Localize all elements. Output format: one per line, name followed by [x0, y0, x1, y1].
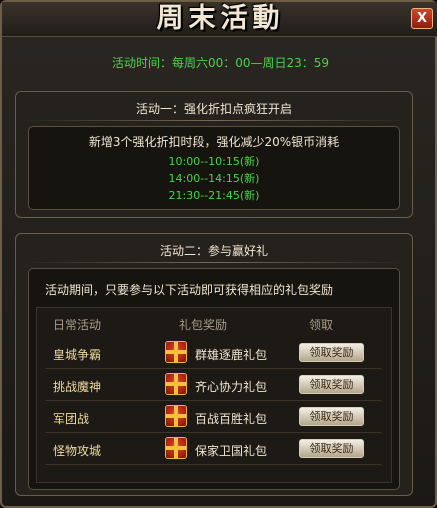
header-claim: 领取	[309, 318, 334, 332]
close-button[interactable]: X	[411, 8, 433, 29]
close-icon: X	[416, 11, 428, 26]
window-title: 周末活動	[156, 3, 285, 34]
activity-two-content: 活动期间，只要参与以下活动即可获得相应的礼包奖励 日常活动 礼包奖励 领取 皇城…	[28, 268, 400, 490]
activity-one-description: 新增3个强化折扣时段，强化减少20%银币消耗	[88, 135, 340, 149]
gift-name: 百战百胜礼包	[195, 412, 268, 426]
table-row: 怪物攻城 保家卫国礼包 领取奖励	[45, 434, 381, 465]
section-divider	[24, 262, 404, 263]
gift-name: 保家卫国礼包	[195, 444, 268, 458]
reward-table: 日常活动 礼包奖励 领取 皇城争霸 群雄逐鹿礼包 领取奖励 挑战魔神 齐心协力礼…	[36, 307, 392, 483]
activity-name: 挑战魔神	[53, 380, 102, 394]
gift-name: 齐心协力礼包	[195, 380, 268, 394]
activity-one-section: 活动一：强化折扣点疯狂开启 新增3个强化折扣时段，强化减少20%银币消耗 10:…	[15, 91, 413, 218]
activity-name: 怪物攻城	[53, 444, 102, 458]
header-gift-reward: 礼包奖励	[179, 318, 228, 332]
event-time: 活动时间：每周六00：00—周日23：59	[111, 56, 330, 70]
table-row: 挑战魔神 齐心协力礼包 领取奖励	[45, 370, 381, 401]
gift-box-icon	[165, 437, 187, 459]
section-divider	[24, 120, 404, 121]
table-row: 军团战 百战百胜礼包 领取奖励	[45, 402, 381, 433]
activity-two-note: 活动期间，只要参与以下活动即可获得相应的礼包奖励	[45, 283, 334, 297]
claim-reward-button[interactable]: 领取奖励	[299, 407, 364, 426]
gift-box-icon	[165, 373, 187, 395]
claim-reward-button[interactable]: 领取奖励	[299, 439, 364, 458]
header-daily-activity: 日常活动	[53, 318, 102, 332]
activity-two-title: 活动二：参与赢好礼	[159, 244, 268, 258]
claim-reward-button[interactable]: 领取奖励	[299, 343, 364, 362]
time-slot: 10:00--10:15(新)	[168, 155, 260, 168]
gift-name: 群雄逐鹿礼包	[195, 348, 268, 362]
activity-two-section: 活动二：参与赢好礼 活动期间，只要参与以下活动即可获得相应的礼包奖励 日常活动 …	[15, 233, 413, 496]
gift-box-icon	[165, 341, 187, 363]
claim-reward-button[interactable]: 领取奖励	[299, 375, 364, 394]
gift-box-icon	[165, 405, 187, 427]
time-slot: 21:30--21:45(新)	[168, 189, 260, 202]
activity-name: 军团战	[53, 412, 90, 426]
weekend-event-window: 周末活動 X 活动时间：每周六00：00—周日23：59 活动一：强化折扣点疯狂…	[0, 0, 437, 508]
time-slot: 14:00--14:15(新)	[168, 172, 260, 185]
activity-name: 皇城争霸	[53, 348, 102, 362]
title-bar: 周末活動 X	[2, 2, 437, 37]
activity-one-content: 新增3个强化折扣时段，强化减少20%银币消耗 10:00--10:15(新) 1…	[28, 126, 400, 210]
activity-one-title: 活动一：强化折扣点疯狂开启	[135, 102, 292, 116]
table-row: 皇城争霸 群雄逐鹿礼包 领取奖励	[45, 338, 381, 369]
